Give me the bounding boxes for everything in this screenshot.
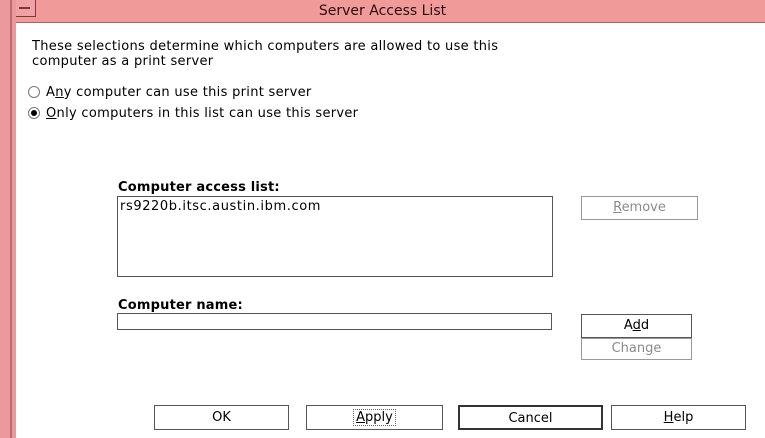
radio-only-listed-indicator[interactable] [28, 107, 40, 119]
radio-only-label-mnemonic: O [46, 105, 57, 121]
change-button-pre: Chan [611, 341, 646, 356]
radio-any-label-pre: A [46, 84, 56, 100]
change-button-post: e [653, 341, 662, 356]
computer-name-label: Computer name: [118, 298, 243, 313]
remove-button-rest: emove [621, 200, 666, 215]
description-line-1: These selections determine which compute… [32, 39, 499, 54]
title-bar[interactable]: Server Access List [0, 0, 765, 23]
window-border-line [10, 0, 12, 438]
computer-access-listbox[interactable]: rs9220b.itsc.austin.ibm.com [117, 196, 553, 277]
apply-focus-ring: Apply [353, 409, 396, 426]
add-button[interactable]: Add [581, 314, 692, 338]
add-button-post: d [640, 318, 650, 333]
window-title: Server Access List [318, 3, 447, 19]
help-button[interactable]: Help [611, 405, 746, 430]
server-access-list-dialog: Server Access List These selections dete… [0, 0, 765, 438]
description-text: These selections determine which compute… [32, 39, 652, 69]
help-button-mnemonic: H [663, 410, 674, 425]
cancel-button[interactable]: Cancel [458, 405, 603, 430]
radio-any-label-post: y computer can use this print server [63, 84, 312, 100]
apply-button-rest: pply [365, 410, 393, 425]
radio-any-computer-label: Any computer can use this print server [46, 85, 312, 100]
radio-only-listed-label: Only computers in this list can use this… [46, 106, 358, 121]
radio-only-label-post: nly computers in this list can use this … [56, 105, 359, 121]
computer-access-list-label: Computer access list: [118, 180, 280, 195]
change-button[interactable]: Change [581, 338, 692, 360]
radio-any-computer[interactable]: Any computer can use this print server [28, 84, 312, 100]
description-line-2: computer as a print server [32, 54, 214, 69]
remove-button[interactable]: Remove [581, 196, 698, 220]
help-button-rest: elp [673, 410, 694, 425]
remove-button-mnemonic: R [613, 200, 622, 215]
computer-name-field[interactable] [117, 313, 552, 330]
radio-any-label-mnemonic: n [55, 84, 64, 100]
radio-only-listed-computers[interactable]: Only computers in this list can use this… [28, 105, 358, 121]
list-item[interactable]: rs9220b.itsc.austin.ibm.com [120, 199, 321, 214]
add-button-pre: A [623, 318, 633, 333]
apply-button[interactable]: Apply [306, 405, 443, 430]
apply-button-mnemonic: A [356, 410, 366, 425]
window-left-border[interactable] [0, 0, 16, 438]
radio-any-computer-indicator[interactable] [28, 86, 40, 98]
add-button-mnemonic: d [632, 318, 641, 333]
ok-button[interactable]: OK [154, 405, 289, 430]
